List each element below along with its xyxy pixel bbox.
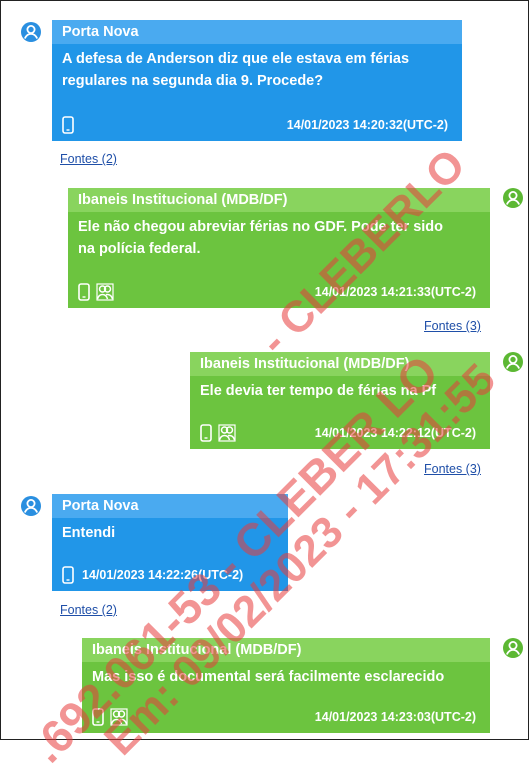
sender-name: Ibaneis Institucional (MDB/DF) bbox=[190, 352, 490, 376]
phone-icon bbox=[200, 424, 212, 442]
message-text: Entendi bbox=[62, 525, 116, 541]
phone-icon bbox=[62, 116, 74, 134]
message-text: Mas isso é documental será facilmente es… bbox=[92, 669, 445, 685]
message-timestamp: 14/01/2023 14:23:03(UTC-2) bbox=[314, 710, 476, 724]
user-icon bbox=[502, 637, 524, 659]
message-timestamp: 14/01/2023 14:20:32(UTC-2) bbox=[286, 118, 448, 132]
sender-name: Ibaneis Institucional (MDB/DF) bbox=[82, 638, 490, 662]
message-bubble: Ibaneis Institucional (MDB/DF) Mas isso … bbox=[82, 638, 490, 733]
message-timestamp: 14/01/2023 14:22:12(UTC-2) bbox=[314, 426, 476, 440]
message-text: Ele não chegou abreviar férias no GDF. P… bbox=[78, 219, 444, 257]
sources-link[interactable]: Fontes (2) bbox=[60, 152, 117, 166]
user-icon bbox=[20, 21, 42, 43]
group-icon bbox=[96, 283, 114, 301]
group-icon bbox=[110, 708, 128, 726]
user-icon bbox=[502, 187, 524, 209]
sender-name: Ibaneis Institucional (MDB/DF) bbox=[68, 188, 490, 212]
message-bubble: Porta Nova Entendi 14/01/2023 14:22:26(U… bbox=[52, 494, 288, 591]
phone-icon bbox=[78, 283, 90, 301]
message-bubble: Ibaneis Institucional (MDB/DF) Ele não c… bbox=[68, 188, 490, 308]
sources-link[interactable]: Fontes (2) bbox=[60, 603, 117, 617]
message-bubble: Porta Nova A defesa de Anderson diz que … bbox=[52, 20, 462, 141]
message-timestamp: 14/01/2023 14:22:26(UTC-2) bbox=[82, 568, 244, 582]
user-icon bbox=[20, 495, 42, 517]
phone-icon bbox=[92, 708, 104, 726]
sender-name: Porta Nova bbox=[52, 494, 288, 518]
sources-link[interactable]: Fontes (3) bbox=[424, 319, 481, 333]
sources-link[interactable]: Fontes (3) bbox=[424, 462, 481, 476]
phone-icon bbox=[62, 566, 74, 584]
sender-name: Porta Nova bbox=[52, 20, 462, 44]
message-bubble: Ibaneis Institucional (MDB/DF) Ele devia… bbox=[190, 352, 490, 449]
user-icon bbox=[502, 351, 524, 373]
message-text: Ele devia ter tempo de férias na Pf bbox=[200, 383, 437, 399]
message-text: A defesa de Anderson diz que ele estava … bbox=[62, 51, 410, 89]
message-timestamp: 14/01/2023 14:21:33(UTC-2) bbox=[314, 285, 476, 299]
group-icon bbox=[218, 424, 236, 442]
